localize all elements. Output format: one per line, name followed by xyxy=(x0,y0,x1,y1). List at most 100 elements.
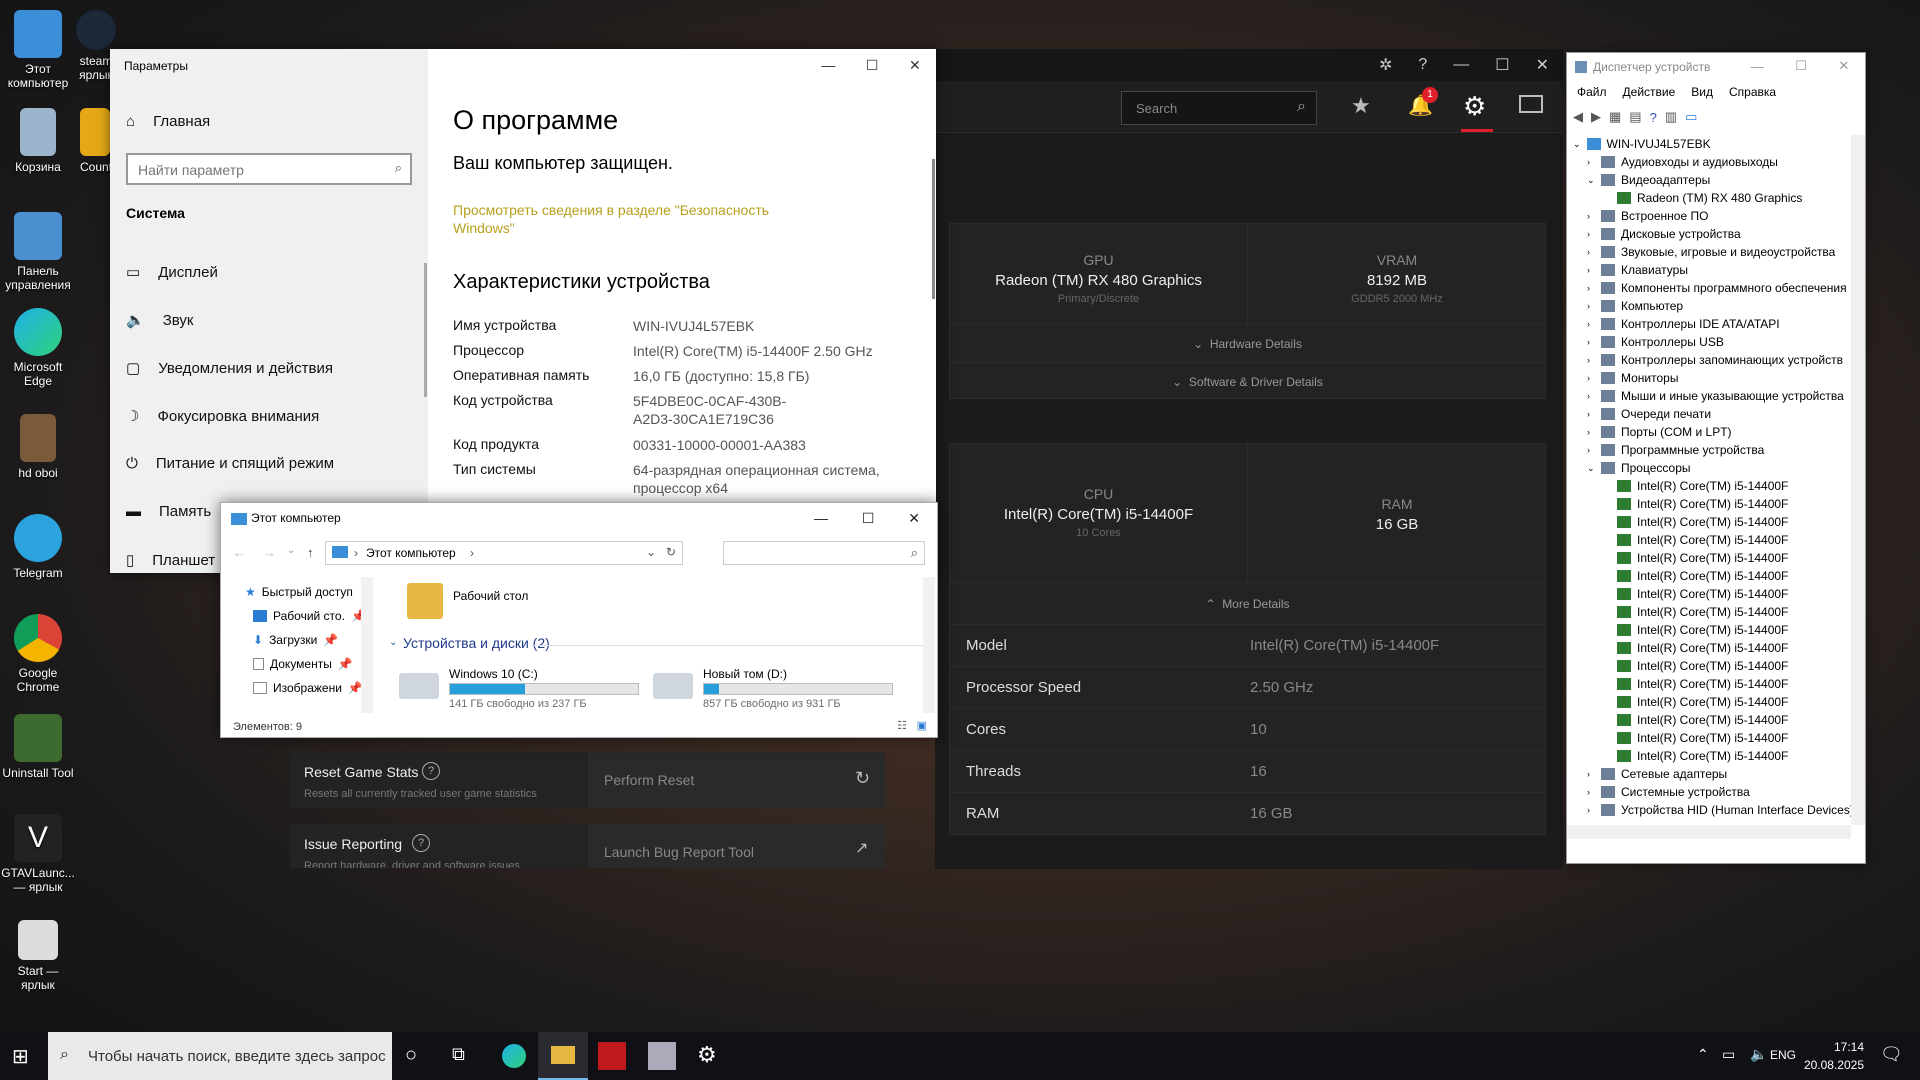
settings-gear-icon[interactable]: ⚙ xyxy=(1463,91,1486,122)
desktop-icon-telegram[interactable]: Telegram xyxy=(0,514,76,580)
tree-item[interactable]: › Контроллеры запоминающих устройств xyxy=(1587,353,1843,367)
settings-nav-focus[interactable]: ☽ Фокусировка внимания xyxy=(126,407,319,426)
expand-chevron-icon[interactable]: › xyxy=(1587,391,1595,401)
tree-item[interactable]: Intel(R) Core(TM) i5-14400F xyxy=(1617,713,1788,727)
close-button[interactable]: ✕ xyxy=(1536,55,1549,75)
tree-item[interactable]: › Встроенное ПО xyxy=(1587,209,1708,223)
back-arrow-icon[interactable]: ← xyxy=(233,545,246,560)
tree-item[interactable]: › Очереди печати xyxy=(1587,407,1711,421)
notification-center-icon[interactable]: 🗨 xyxy=(1880,1044,1903,1065)
tree-item[interactable]: › Порты (COM и LPT) xyxy=(1587,425,1732,439)
tree-item[interactable]: Intel(R) Core(TM) i5-14400F xyxy=(1617,497,1788,511)
maximize-button[interactable]: ☐ xyxy=(1795,58,1807,74)
settings-nav-tablet[interactable]: ▯ Планшет xyxy=(126,551,215,570)
amd-icon[interactable] xyxy=(598,1042,626,1070)
tree-item[interactable]: Intel(R) Core(TM) i5-14400F xyxy=(1617,605,1788,619)
expand-chevron-icon[interactable]: › xyxy=(1587,283,1595,293)
tree-item[interactable]: Intel(R) Core(TM) i5-14400F xyxy=(1617,659,1788,673)
tree-item[interactable]: Intel(R) Core(TM) i5-14400F xyxy=(1617,479,1788,493)
details-view-icon[interactable]: ☷ xyxy=(897,719,907,732)
drive-c[interactable]: Windows 10 (C:) 141 ГБ свободно из 237 Г… xyxy=(399,667,639,710)
sidebar-scrollbar[interactable] xyxy=(424,263,427,397)
monitor-icon[interactable]: ▭ xyxy=(1685,109,1697,125)
favorites-star-icon[interactable]: ★ xyxy=(1351,93,1371,119)
properties-icon[interactable]: ▦ xyxy=(1609,109,1621,125)
nav-downloads[interactable]: ⬇ Загрузки 📌 xyxy=(253,633,338,647)
tree-item[interactable]: › Устройства HID (Human Interface Devices… xyxy=(1587,803,1851,817)
tree-item[interactable]: › Системные устройства xyxy=(1587,785,1750,799)
nav-scrollbar[interactable] xyxy=(361,577,373,713)
chevron-down-icon[interactable]: ⌄ xyxy=(646,545,656,559)
desktop-icon-hd-oboi[interactable]: hd oboi xyxy=(0,414,76,480)
desktop-icon-count[interactable]: Count xyxy=(80,108,110,174)
folder-name[interactable]: Рабочий стол xyxy=(453,589,528,603)
help-icon[interactable]: ? xyxy=(1650,110,1657,125)
nav-documents[interactable]: Документы 📌 xyxy=(253,657,353,671)
expand-chevron-icon[interactable]: › xyxy=(1587,427,1595,437)
expand-chevron-icon[interactable]: › xyxy=(1587,301,1595,311)
launch-bug-report-button[interactable]: Launch Bug Report Tool xyxy=(604,844,754,860)
menu-help[interactable]: Справка xyxy=(1729,85,1776,99)
tree-item[interactable]: › Компоненты программного обеспечения xyxy=(1587,281,1847,295)
chevron-down-icon[interactable]: ⌄ xyxy=(389,637,397,648)
minimize-button[interactable]: — xyxy=(821,57,835,73)
taskbar-explorer-active[interactable] xyxy=(538,1032,588,1080)
expand-chevron-icon[interactable]: › xyxy=(1587,247,1595,257)
up-arrow-icon[interactable]: ↑ xyxy=(307,545,314,560)
explorer-search-input[interactable]: ⌕ xyxy=(723,541,925,565)
content-scrollbar[interactable] xyxy=(923,577,935,713)
tree-item[interactable]: › Программные устройства xyxy=(1587,443,1764,457)
expand-chevron-icon[interactable]: ⌄ xyxy=(1587,175,1595,186)
minimize-button[interactable]: — xyxy=(1751,59,1764,74)
settings-nav-storage[interactable]: ▬ Память xyxy=(126,503,211,520)
tree-item[interactable]: › Контроллеры USB xyxy=(1587,335,1724,349)
minimize-button[interactable]: — xyxy=(814,510,828,526)
expand-chevron-icon[interactable]: › xyxy=(1587,805,1595,815)
help-circle-icon[interactable]: ? xyxy=(412,834,430,852)
bug-icon[interactable]: ✲ xyxy=(1379,55,1392,75)
tree-item[interactable]: Intel(R) Core(TM) i5-14400F xyxy=(1617,515,1788,529)
desktop-icon-control-panel[interactable]: Панель управления xyxy=(0,212,76,292)
tree-item[interactable]: › Мониторы xyxy=(1587,371,1678,385)
breadcrumb[interactable]: Этот компьютер xyxy=(366,546,456,560)
expand-chevron-icon[interactable]: › xyxy=(1587,787,1595,797)
maximize-button[interactable]: ☐ xyxy=(1495,55,1509,75)
tree-item[interactable]: Intel(R) Core(TM) i5-14400F xyxy=(1617,551,1788,565)
expand-chevron-icon[interactable]: › xyxy=(1587,409,1595,419)
nav-pictures[interactable]: Изображени 📌 xyxy=(253,681,363,695)
settings-home[interactable]: ⌂ Главная xyxy=(126,113,210,130)
minimize-button[interactable]: — xyxy=(1453,56,1469,74)
taskbar-search-box[interactable]: ⌕ Чтобы начать поиск, введите здесь запр… xyxy=(48,1032,392,1080)
security-link[interactable]: Просмотреть сведения в разделе "Безопасн… xyxy=(453,201,783,237)
tree-horizontal-scrollbar[interactable] xyxy=(1567,825,1851,839)
close-button[interactable]: ✕ xyxy=(909,57,921,74)
tree-item[interactable]: Intel(R) Core(TM) i5-14400F xyxy=(1617,587,1788,601)
cortana-icon[interactable]: ○ xyxy=(405,1044,417,1067)
more-details-toggle[interactable]: ⌃ More Details xyxy=(950,582,1545,624)
close-button[interactable]: ✕ xyxy=(1838,58,1849,74)
expand-chevron-icon[interactable]: › xyxy=(1587,229,1595,239)
network-icon[interactable]: ▭ xyxy=(1722,1046,1735,1063)
forward-arrow-icon[interactable]: ▶ xyxy=(1591,109,1601,125)
menu-file[interactable]: Файл xyxy=(1577,85,1607,99)
address-bar[interactable]: › Этот компьютер › ⌄ ↻ xyxy=(325,541,683,565)
menu-view[interactable]: Вид xyxy=(1691,85,1713,99)
help-circle-icon[interactable]: ? xyxy=(422,762,440,780)
task-view-icon[interactable]: ⧉ xyxy=(452,1044,465,1065)
settings-search-input[interactable]: Найти параметр ⌕ xyxy=(126,153,412,185)
tiles-view-icon[interactable]: ▣ xyxy=(917,719,927,732)
tree-item[interactable]: › Дисковые устройства xyxy=(1587,227,1741,241)
back-arrow-icon[interactable]: ◀ xyxy=(1573,109,1583,125)
expand-chevron-icon[interactable]: › xyxy=(1587,319,1595,329)
refresh-icon[interactable]: ↻ xyxy=(666,545,676,559)
content-scrollbar[interactable] xyxy=(932,159,935,299)
software-details-toggle[interactable]: ⌄ Software & Driver Details xyxy=(950,362,1545,400)
group-header[interactable]: Устройства и диски (2) xyxy=(403,635,550,651)
tree-item[interactable]: Intel(R) Core(TM) i5-14400F xyxy=(1617,569,1788,583)
maximize-button[interactable]: ☐ xyxy=(862,510,875,527)
settings-nav-power[interactable]: ⏻ Питание и спящий режим xyxy=(126,455,334,472)
tree-item[interactable]: ⌄ Процессоры xyxy=(1587,461,1691,475)
expand-chevron-icon[interactable]: › xyxy=(1587,265,1595,275)
expand-chevron-icon[interactable]: › xyxy=(1587,157,1595,167)
tree-item[interactable]: › Контроллеры IDE ATA/ATAPI xyxy=(1587,317,1780,331)
